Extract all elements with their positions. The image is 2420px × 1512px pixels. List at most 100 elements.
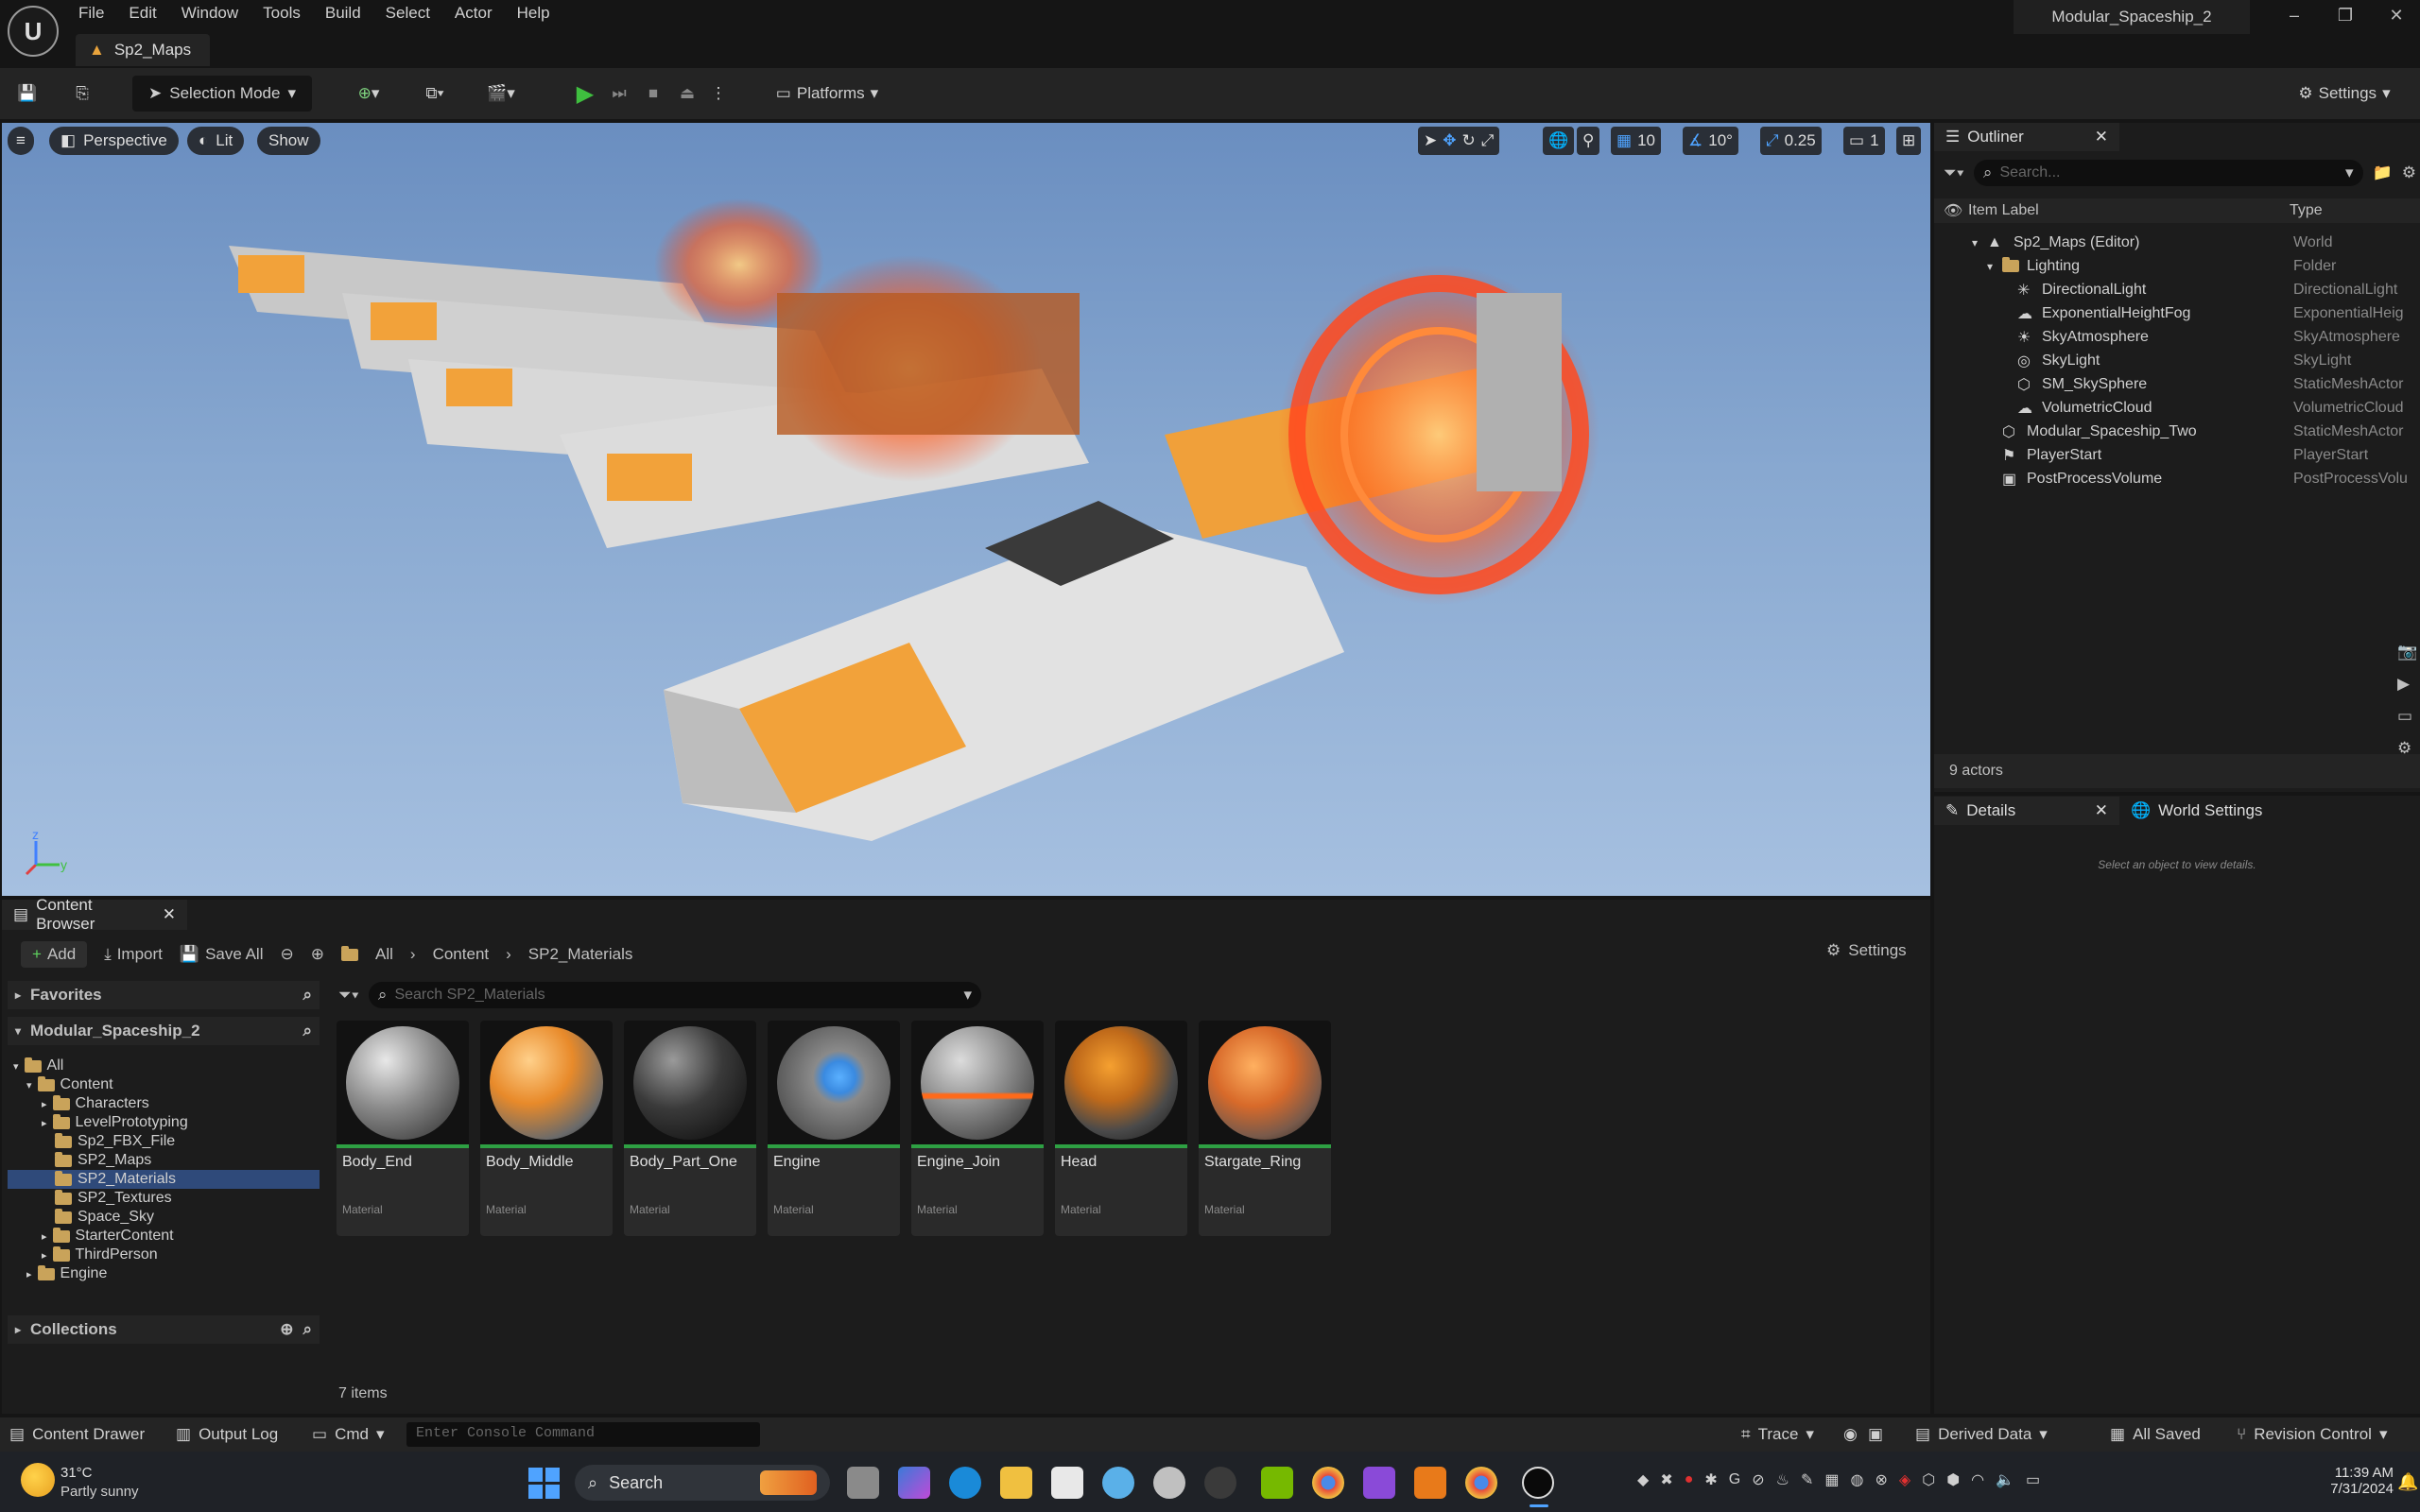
save-icon[interactable]: 💾 [13, 76, 42, 112]
tray-app-icon[interactable]: ◆ [1637, 1470, 1649, 1489]
outliner-row[interactable]: ▾ ▲ Sp2_Maps (Editor) World [1934, 231, 2416, 254]
level-viewport[interactable]: ≡ ◧ Perspective ◐ Lit Show ➤ ✥ ↻ ⤢ 🌐 ⚲ ▦… [2, 123, 1930, 896]
taskbar-search[interactable]: ⌕ Search [575, 1465, 830, 1501]
select-tool-icon[interactable]: ➤ [1424, 131, 1437, 150]
close-icon[interactable]: ✕ [2095, 128, 2108, 146]
screenshot-icon[interactable]: ▣ [1868, 1418, 1883, 1452]
menu-select[interactable]: Select [373, 0, 442, 28]
file-explorer-icon[interactable] [1000, 1467, 1032, 1499]
tray-app-icon[interactable]: ✖ [1660, 1470, 1672, 1489]
tree-item[interactable]: ▸ ThirdPerson [42, 1246, 158, 1264]
asset-tile[interactable]: Body_Middle Material [480, 1021, 613, 1236]
window-icon[interactable]: ▭ [2397, 707, 2417, 726]
tray-app-icon[interactable]: ⊘ [1752, 1470, 1764, 1489]
copilot-icon[interactable] [898, 1467, 930, 1499]
minimize-icon[interactable]: – [2280, 6, 2308, 26]
search-icon[interactable]: ⌕ [302, 1022, 312, 1040]
rotation-snap-value[interactable]: 10° [1708, 131, 1733, 150]
close-window-icon[interactable]: ✕ [2382, 6, 2411, 26]
tree-item[interactable]: ▸ Engine [26, 1264, 107, 1283]
asset-tile[interactable]: Engine Material [768, 1021, 900, 1236]
more-options-icon[interactable]: ⋮ [707, 76, 730, 112]
tree-item[interactable]: SP2_Maps [55, 1151, 151, 1170]
browse-icon[interactable]: ⎘ [66, 76, 98, 112]
volume-icon[interactable]: 🔈 [1996, 1470, 2014, 1489]
app-icon[interactable] [1363, 1467, 1395, 1499]
menu-tools[interactable]: Tools [251, 0, 313, 28]
search-icon[interactable]: ⌕ [302, 986, 312, 1005]
app-icon[interactable] [1102, 1467, 1134, 1499]
outliner-row[interactable]: ☁ ExponentialHeightFog ExponentialHeig [1934, 301, 2416, 325]
camera-speed-toggle[interactable]: ▭ 1 [1843, 127, 1885, 155]
world-local-icon[interactable]: 🌐 [1543, 127, 1575, 155]
battery-icon[interactable]: ▭ [2026, 1470, 2040, 1489]
menu-actor[interactable]: Actor [442, 0, 505, 28]
outliner-tab[interactable]: ☰ Outliner ✕ [1934, 123, 2119, 151]
layout-icon[interactable]: ⊞ [1896, 127, 1922, 155]
outliner-row[interactable]: ⬡ Modular_Spaceship_Two StaticMeshActor [1934, 420, 2416, 443]
grid-snap-toggle[interactable]: ▦ 10 [1611, 127, 1661, 155]
tree-item-selected[interactable]: SP2_Materials [8, 1170, 320, 1189]
tray-app-icon[interactable]: ◍ [1851, 1470, 1864, 1489]
tray-app-icon[interactable]: ▦ [1824, 1470, 1839, 1489]
favorites-section[interactable]: ▸ Favorites ⌕ [8, 981, 320, 1009]
wifi-icon[interactable]: ◠ [1971, 1470, 1984, 1489]
notification-bell-icon[interactable]: 🔔 [2397, 1472, 2418, 1492]
scale-snap-toggle[interactable]: ⤢ 0.25 [1760, 127, 1822, 155]
unreal-taskbar-icon[interactable] [1522, 1467, 1554, 1499]
trace-dropdown[interactable]: ⌗ Trace ▾ [1741, 1418, 1814, 1452]
item-label-header[interactable]: Item Label [1968, 202, 2039, 219]
show-button[interactable]: Show [257, 127, 320, 155]
cmd-dropdown[interactable]: ▭ Cmd ▾ [312, 1418, 385, 1452]
chrome-icon[interactable] [1312, 1467, 1344, 1499]
outliner-row[interactable]: ✳ DirectionalLight DirectionalLight [1934, 278, 2416, 301]
menu-build[interactable]: Build [313, 0, 373, 28]
rotate-tool-icon[interactable]: ↻ [1462, 131, 1476, 150]
settings-dropdown[interactable]: ⚙ Settings ▾ [2288, 76, 2401, 112]
app-icon[interactable] [1204, 1467, 1236, 1499]
content-drawer-button[interactable]: ▤ Content Drawer [9, 1418, 145, 1452]
menu-file[interactable]: File [66, 0, 116, 28]
add-button[interactable]: + Add [21, 941, 88, 968]
camera-icon[interactable]: 📷 [2397, 643, 2417, 662]
forward-icon[interactable]: ⊕ [311, 945, 324, 964]
asset-tile[interactable]: Body_Part_One Material [624, 1021, 756, 1236]
tree-item[interactable]: Sp2_FBX_File [55, 1132, 175, 1151]
perspective-button[interactable]: ◧ Perspective [49, 127, 179, 155]
edge-icon[interactable] [949, 1467, 981, 1499]
tray-app-icon[interactable]: ◈ [1899, 1470, 1910, 1489]
revision-control-dropdown[interactable]: ⑂ Revision Control ▾ [2237, 1418, 2387, 1452]
save-all-button[interactable]: 💾 Save All [180, 945, 264, 964]
outliner-row[interactable]: ☁ VolumetricCloud VolumetricCloud [1934, 396, 2416, 420]
eject-icon[interactable]: ⏏ [673, 76, 701, 112]
add-actor-icon[interactable]: ⊕ ▾ [346, 76, 391, 112]
asset-tile[interactable]: Head Material [1055, 1021, 1187, 1236]
rotation-snap-toggle[interactable]: ∡ 10° [1683, 127, 1738, 155]
level-tab[interactable]: ▲ Sp2_Maps [76, 34, 211, 66]
record-icon[interactable]: ◉ [1843, 1418, 1858, 1452]
camera-speed-value[interactable]: 1 [1870, 131, 1878, 150]
type-header[interactable]: Type [2290, 202, 2323, 219]
search-icon[interactable]: ⌕ [302, 1320, 312, 1339]
import-button[interactable]: ⤓ Import [104, 945, 163, 964]
collections-section[interactable]: ▸ Collections ⊕ ⌕ [8, 1315, 320, 1344]
grid-snap-value[interactable]: 10 [1637, 131, 1655, 150]
breadcrumb-content[interactable]: Content [433, 945, 490, 964]
outliner-row[interactable]: ⚑ PlayerStart PlayerStart [1934, 443, 2416, 467]
step-icon[interactable]: ⏭ [605, 76, 633, 112]
clock[interactable]: 11:39 AM 7/31/2024 [2303, 1465, 2394, 1497]
lit-button[interactable]: ◐ Lit [187, 127, 245, 155]
play-icon[interactable]: ▶ [571, 76, 599, 112]
close-icon[interactable]: ✕ [163, 905, 176, 924]
move-tool-icon[interactable]: ✥ [1443, 131, 1456, 150]
tree-item[interactable]: ▸ Characters [42, 1094, 149, 1113]
add-folder-icon[interactable]: 📁 [2373, 163, 2393, 182]
asset-tile[interactable]: Stargate_Ring Material [1199, 1021, 1331, 1236]
tray-app-icon[interactable]: ⬢ [1946, 1470, 1960, 1489]
breadcrumb-sp2-materials[interactable]: SP2_Materials [528, 945, 633, 964]
tray-app-icon[interactable]: ⬡ [1922, 1470, 1935, 1489]
tray-app-icon[interactable]: ✎ [1801, 1470, 1813, 1489]
tray-record-icon[interactable]: ● [1685, 1471, 1694, 1488]
windows-start-icon[interactable] [527, 1467, 560, 1499]
restore-icon[interactable]: ❐ [2331, 6, 2360, 26]
